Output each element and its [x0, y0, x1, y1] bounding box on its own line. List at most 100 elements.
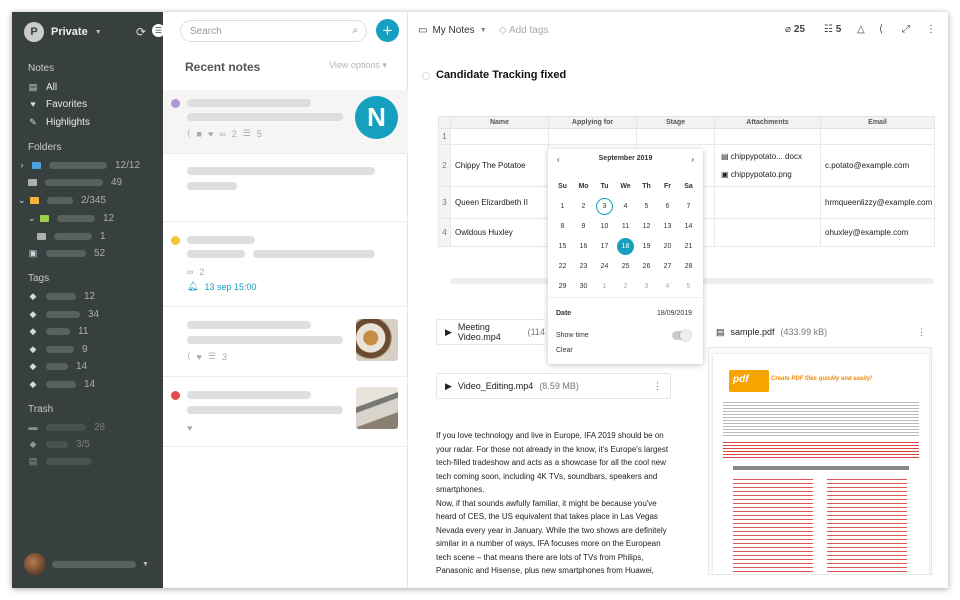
- table-cell[interactable]: [548, 128, 637, 145]
- attachments-counter[interactable]: ⌀ 25: [785, 24, 805, 35]
- folder-item[interactable]: 49: [28, 175, 122, 189]
- calendar-day[interactable]: 4: [615, 196, 636, 216]
- pdf-preview[interactable]: pdf Create PDF files quickly and easily!: [708, 347, 932, 575]
- list-item[interactable]: ⟨ ♥ ☰ 3: [163, 307, 408, 377]
- folder-item[interactable]: ⌄ 2/345: [18, 193, 106, 207]
- trash-item[interactable]: ▬ 28: [28, 420, 106, 434]
- tag-item[interactable]: ◆ 14: [28, 359, 88, 373]
- calendar-day[interactable]: 25: [615, 256, 636, 276]
- date-value[interactable]: 18/09/2019: [657, 310, 692, 317]
- column-header-applying[interactable]: Applying for: [548, 116, 637, 129]
- attachment-video[interactable]: ▶ Video_Editing.mp4 (8.59 MB) ⋮: [436, 373, 671, 399]
- title-checkbox[interactable]: [422, 72, 430, 80]
- table-cell[interactable]: ▤ chippypotato... docx ▣ chippypotato.png: [714, 144, 821, 187]
- calendar-day[interactable]: 19: [636, 236, 657, 256]
- calendar-day[interactable]: 11: [615, 216, 636, 236]
- table-cell[interactable]: c.potato@example.com: [820, 144, 935, 187]
- show-time-toggle[interactable]: [672, 330, 691, 341]
- note-body[interactable]: If you love technology and live in Europ…: [436, 429, 676, 578]
- tag-item[interactable]: ◆ 9: [28, 342, 88, 356]
- list-item[interactable]: [163, 154, 408, 222]
- calendar-day[interactable]: 8: [552, 216, 573, 236]
- search-input[interactable]: Search ⌕: [180, 20, 367, 42]
- sidebar-item-favorites[interactable]: ♥ Favorites: [28, 97, 87, 111]
- calendar-day[interactable]: 21: [678, 236, 699, 256]
- tag-item[interactable]: ◆ 12: [28, 289, 96, 303]
- table-cell[interactable]: ohuxley@example.com: [820, 218, 935, 247]
- profile-menu[interactable]: ▼: [24, 553, 149, 575]
- calendar-day[interactable]: 7: [678, 196, 699, 216]
- calendar-day[interactable]: 20: [657, 236, 678, 256]
- table-cell[interactable]: Queen Elizardbeth II: [450, 186, 549, 219]
- calendar-day[interactable]: 23: [573, 256, 594, 276]
- attachment-file[interactable]: ▤ chippypotato... docx: [721, 148, 820, 166]
- note-title[interactable]: Candidate Tracking fixed: [436, 69, 566, 81]
- list-item[interactable]: ⟨ ■ ♥ ∞ 2 ☰ 5 N: [163, 90, 408, 154]
- calendar-day[interactable]: 30: [573, 276, 594, 296]
- calendar-day[interactable]: 1: [594, 276, 615, 296]
- reminder-button[interactable]: △: [857, 24, 865, 35]
- tag-item[interactable]: ◆ 34: [28, 307, 100, 321]
- calendar-day[interactable]: 3: [594, 196, 615, 216]
- calendar-day[interactable]: 16: [573, 236, 594, 256]
- calendar-day[interactable]: 6: [657, 196, 678, 216]
- share-button[interactable]: ⟨: [879, 24, 883, 35]
- table-cell[interactable]: [714, 128, 821, 145]
- sync-icon[interactable]: ⟳: [136, 25, 146, 39]
- sidebar-item-all[interactable]: ▤ All: [28, 80, 57, 94]
- table-cell[interactable]: [636, 128, 715, 145]
- table-cell[interactable]: Owldous Huxley: [450, 218, 549, 247]
- calendar-day[interactable]: 2: [615, 276, 636, 296]
- blocks-counter[interactable]: ☷ 5: [824, 24, 841, 35]
- view-options-button[interactable]: View options ▾: [329, 60, 387, 71]
- folder-item[interactable]: ▣ 52: [28, 246, 105, 260]
- table-cell[interactable]: [714, 218, 821, 247]
- column-header-stage[interactable]: Stage: [636, 116, 715, 129]
- calendar-day[interactable]: 14: [678, 216, 699, 236]
- calendar-day[interactable]: 4: [657, 276, 678, 296]
- next-month-icon[interactable]: ›: [691, 155, 694, 164]
- table-cell[interactable]: [820, 128, 935, 145]
- column-header-email[interactable]: Email: [820, 116, 935, 129]
- calendar-day[interactable]: 3: [636, 276, 657, 296]
- calendar-day[interactable]: 9: [573, 216, 594, 236]
- table-cell[interactable]: Chippy The Potatoe: [450, 144, 549, 187]
- column-header-attachments[interactable]: Attachments: [714, 116, 821, 129]
- table-cell[interactable]: hrmqueenlizzy@example.com: [820, 186, 935, 219]
- folder-item[interactable]: › 12/12: [20, 158, 141, 172]
- notebook-selector[interactable]: ▭ My Notes ▼: [418, 25, 487, 36]
- more-vertical-icon[interactable]: ⋮: [653, 381, 662, 392]
- calendar-day[interactable]: 18: [615, 236, 636, 256]
- account-switcher[interactable]: P Private ▼: [24, 22, 102, 42]
- calendar-day[interactable]: 5: [636, 196, 657, 216]
- calendar-day[interactable]: 2: [573, 196, 594, 216]
- calendar-day[interactable]: 27: [657, 256, 678, 276]
- attachment-pdf[interactable]: ▤ sample.pdf (433.99 kB) ⋮: [708, 319, 932, 345]
- trash-item[interactable]: ▤: [28, 454, 92, 468]
- calendar-day[interactable]: 26: [636, 256, 657, 276]
- calendar-day[interactable]: 22: [552, 256, 573, 276]
- calendar-day[interactable]: 28: [678, 256, 699, 276]
- attachment-video[interactable]: ▶ Meeting Video.mp4 (114: [436, 319, 546, 345]
- calendar-day[interactable]: 1: [552, 196, 573, 216]
- sidebar-item-highlights[interactable]: ✎ Highlights: [28, 115, 90, 129]
- more-vertical-icon[interactable]: ⋮: [917, 327, 926, 338]
- folder-item[interactable]: 1: [37, 229, 106, 243]
- clear-button[interactable]: Clear: [556, 347, 573, 354]
- attachment-file[interactable]: ▣ chippypotato.png: [721, 166, 820, 184]
- calendar-day[interactable]: 17: [594, 236, 615, 256]
- table-cell[interactable]: [714, 186, 821, 219]
- calendar-day[interactable]: 10: [594, 216, 615, 236]
- add-note-button[interactable]: +: [376, 19, 399, 42]
- calendar-day[interactable]: 15: [552, 236, 573, 256]
- list-item[interactable]: ∞ 2 🔔︎ 13 sep 15:00: [163, 222, 408, 307]
- list-item[interactable]: ♥: [163, 377, 408, 447]
- calendar-day[interactable]: 5: [678, 276, 699, 296]
- calendar-day[interactable]: 13: [657, 216, 678, 236]
- trash-item[interactable]: ◆ 3/5: [28, 437, 90, 451]
- calendar-day[interactable]: 12: [636, 216, 657, 236]
- folder-item[interactable]: ⌄ 12: [28, 211, 114, 225]
- tag-item[interactable]: ◆ 14: [28, 377, 96, 391]
- reminder[interactable]: 🔔︎ 13 sep 15:00: [187, 281, 256, 292]
- expand-button[interactable]: ⤢: [902, 24, 910, 35]
